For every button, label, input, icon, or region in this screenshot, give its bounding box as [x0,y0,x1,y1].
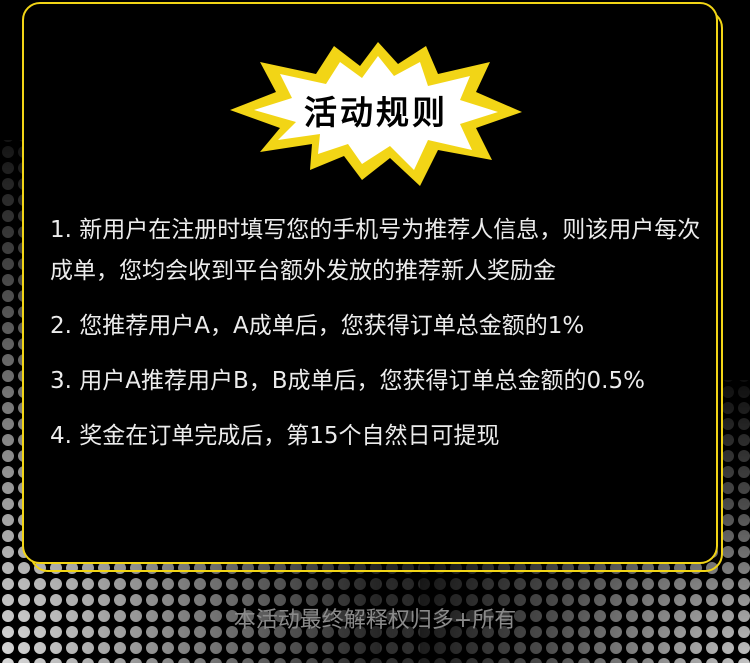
footer-disclaimer: 本活动最终解释权归多+所有 [233,608,517,633]
rule-item-1: 1. 新用户在注册时填写您的手机号为推荐人信息，则该用户每次成单，您均会收到平台… [50,217,701,284]
rule-item-3: 3. 用户A推荐用户B，B成单后，您获得订单总金额的0.5% [50,368,645,394]
page-title: 活动规则 [304,93,448,132]
rules-list: 1. 新用户在注册时填写您的手机号为推荐人信息，则该用户每次成单，您均会收到平台… [50,210,710,457]
rule-item-2: 2. 您推荐用户A，A成单后，您获得订单总金额的1% [50,313,585,339]
rule-item-4: 4. 奖金在订单完成后，第15个自然日可提现 [50,423,500,449]
